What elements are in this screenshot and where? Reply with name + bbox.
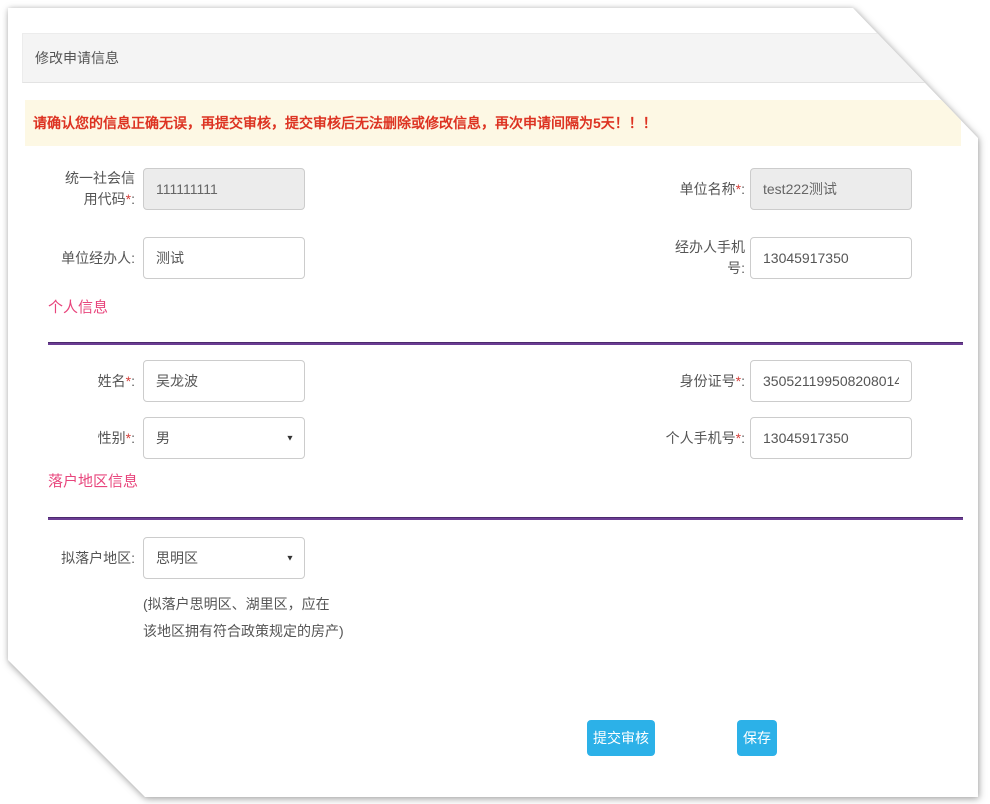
unit-name-input — [750, 168, 912, 210]
name-label: 姓名*: — [36, 360, 135, 402]
unit-agent-input[interactable] — [143, 237, 305, 279]
personal-info-section-title: 个人信息 — [48, 296, 108, 317]
personal-phone-input[interactable] — [750, 417, 912, 459]
unit-agent-label: 单位经办人: — [36, 237, 135, 279]
personal-phone-label: 个人手机号*: — [650, 417, 745, 459]
page: 修改申请信息 请确认您的信息正确无误，再提交审核，提交审核后无法删除或修改信息，… — [0, 0, 990, 804]
settle-area-label: 拟落户地区: — [36, 537, 135, 579]
section-divider — [48, 517, 963, 520]
id-number-label: 身份证号*: — [650, 360, 745, 402]
submit-review-button[interactable]: 提交审核 — [587, 720, 655, 756]
name-input[interactable] — [143, 360, 305, 402]
gender-label: 性别*: — [36, 417, 135, 459]
chevron-down-icon: ▼ — [286, 434, 295, 443]
gender-select[interactable]: 男 ▼ — [143, 417, 305, 459]
gender-select-value: 男 — [156, 428, 170, 448]
save-button[interactable]: 保存 — [737, 720, 777, 756]
credit-code-label: 统一社会信用代码*: — [36, 168, 135, 210]
note-line-1: (拟落户思明区、湖里区，应在 — [143, 591, 423, 618]
page-title: 修改申请信息 — [23, 34, 963, 82]
settle-area-note: (拟落户思明区、湖里区，应在 该地区拥有符合政策规定的房产) — [143, 591, 423, 645]
card-shadow: 修改申请信息 请确认您的信息正确无误，再提交审核，提交审核后无法删除或修改信息，… — [8, 8, 978, 797]
form-card: 修改申请信息 请确认您的信息正确无误，再提交审核，提交审核后无法删除或修改信息，… — [8, 8, 978, 797]
settle-area-select[interactable]: 思明区 ▼ — [143, 537, 305, 579]
agent-phone-label: 经办人手机号: — [650, 237, 745, 279]
unit-name-label: 单位名称*: — [650, 168, 745, 210]
id-number-input[interactable] — [750, 360, 912, 402]
warning-banner: 请确认您的信息正确无误，再提交审核，提交审核后无法删除或修改信息，再次申请间隔为… — [25, 100, 961, 146]
settle-area-select-value: 思明区 — [156, 548, 198, 568]
warning-text: 请确认您的信息正确无误，再提交审核，提交审核后无法删除或修改信息，再次申请间隔为… — [33, 113, 657, 133]
credit-code-input — [143, 168, 305, 210]
chevron-down-icon: ▼ — [286, 554, 295, 563]
note-line-2: 该地区拥有符合政策规定的房产) — [143, 618, 423, 645]
section-divider — [48, 342, 963, 345]
settlement-section-title: 落户地区信息 — [48, 470, 138, 491]
card-header: 修改申请信息 — [22, 33, 964, 83]
agent-phone-input[interactable] — [750, 237, 912, 279]
